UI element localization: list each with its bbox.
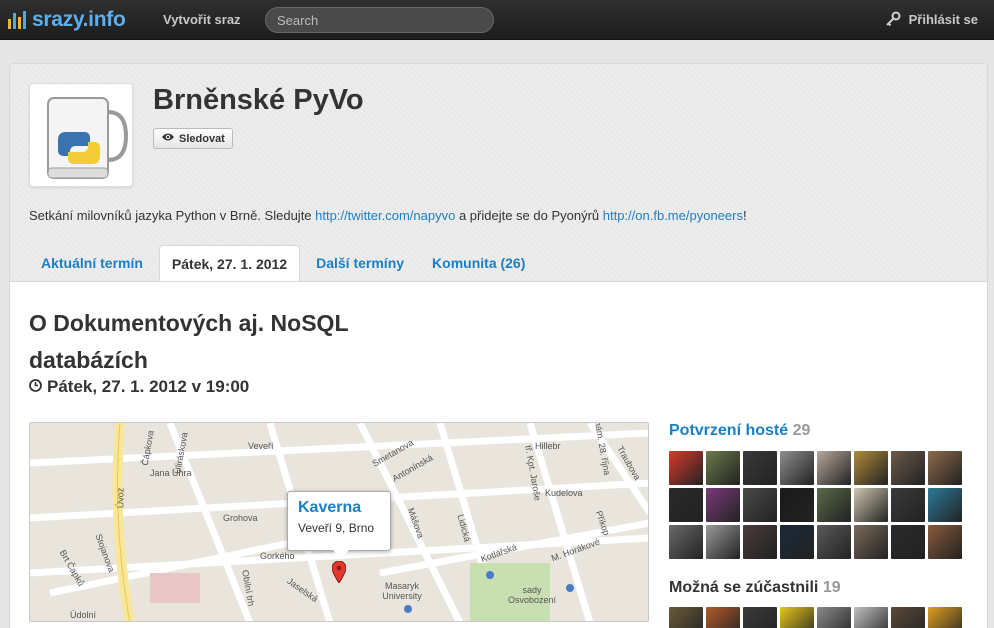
follow-button[interactable]: Sledovat: [153, 128, 233, 149]
street-label: Hillebr: [535, 441, 561, 451]
venue-map[interactable]: Veveří Úvoz Jana Uhra Grohova Gorkého St…: [29, 422, 649, 622]
guest-avatar[interactable]: [780, 488, 814, 522]
confirmed-avatars: [669, 451, 962, 559]
guest-avatar[interactable]: [928, 488, 962, 522]
maybe-guests-count: 19: [822, 579, 841, 596]
twitter-link[interactable]: http://twitter.com/napyvo: [315, 208, 455, 223]
street-label: sady Osvobození: [508, 585, 557, 605]
guest-avatar[interactable]: [743, 607, 777, 628]
clock-icon: [29, 377, 42, 397]
guest-avatar[interactable]: [928, 525, 962, 559]
guest-avatar[interactable]: [669, 607, 703, 628]
guest-avatar[interactable]: [928, 607, 962, 628]
maybe-avatars: [669, 607, 962, 628]
guest-avatar[interactable]: [854, 488, 888, 522]
group-panel: Brněnské PyVo Sledovat Setkání milovníků…: [9, 63, 988, 628]
guest-avatar[interactable]: [706, 451, 740, 485]
street-label: Údolní: [70, 610, 97, 620]
guest-avatar[interactable]: [780, 525, 814, 559]
top-navbar: srazy.info Vytvořit sraz Přihlásit se: [0, 0, 994, 40]
tab-community[interactable]: Komunita (26): [420, 245, 537, 282]
tab-selected-date[interactable]: Pátek, 27. 1. 2012: [158, 245, 301, 282]
guest-avatar[interactable]: [743, 451, 777, 485]
group-description: Setkání milovníků jazyka Python v Brně. …: [29, 208, 747, 223]
guest-avatar[interactable]: [743, 488, 777, 522]
guest-avatar[interactable]: [891, 607, 925, 628]
beer-mug-python-logo: [29, 83, 133, 187]
guest-avatar[interactable]: [780, 607, 814, 628]
guest-avatar[interactable]: [706, 488, 740, 522]
brand-logo[interactable]: srazy.info: [8, 6, 126, 34]
maybe-guests-label: Možná se zúčastnili: [669, 579, 819, 596]
event-date-label: Pátek, 27. 1. 2012 v 19:00: [47, 377, 250, 396]
event-date: Pátek, 27. 1. 2012 v 19:00: [29, 377, 249, 397]
guest-avatar[interactable]: [928, 451, 962, 485]
group-title: Brněnské PyVo: [153, 84, 364, 116]
guest-avatar[interactable]: [854, 607, 888, 628]
bar-chart-logo-icon: [8, 11, 26, 29]
street-label: Masaryk University: [382, 581, 422, 601]
guest-avatar[interactable]: [780, 451, 814, 485]
confirmed-guests-heading: Potvrzení hosté 29: [669, 422, 810, 440]
create-meetup-link[interactable]: Vytvořit sraz: [163, 12, 241, 27]
street-label: Grohova: [223, 513, 258, 523]
tab-other-dates[interactable]: Další termíny: [304, 245, 416, 282]
brand-name: srazy.info: [32, 8, 126, 31]
group-header: Brněnské PyVo Sledovat Setkání milovníků…: [10, 64, 987, 282]
street-label: Gorkého: [260, 551, 295, 561]
street-label: Kudelova: [545, 488, 583, 498]
facebook-link[interactable]: http://on.fb.me/pyoneers: [603, 208, 743, 223]
search-input[interactable]: [265, 7, 494, 33]
guest-avatar[interactable]: [891, 488, 925, 522]
login-label: Přihlásit se: [908, 11, 978, 27]
maybe-guests-heading: Možná se zúčastnili 19: [669, 579, 841, 597]
guest-avatar[interactable]: [817, 451, 851, 485]
guest-avatar[interactable]: [817, 607, 851, 628]
guest-avatar[interactable]: [706, 525, 740, 559]
guest-avatar[interactable]: [817, 488, 851, 522]
follow-label: Sledovat: [179, 132, 225, 145]
venue-infobox[interactable]: Kaverna Veveří 9, Brno: [287, 491, 391, 559]
venue-name: Kaverna: [298, 499, 362, 516]
confirmed-guests-label[interactable]: Potvrzení hosté: [669, 422, 788, 439]
street-label: Veveří: [248, 441, 274, 451]
guest-avatar[interactable]: [817, 525, 851, 559]
guest-avatar[interactable]: [669, 525, 703, 559]
guest-avatar[interactable]: [891, 451, 925, 485]
event-content: O Dokumentových aj. NoSQL databázích Pát…: [10, 281, 987, 628]
guest-avatar[interactable]: [854, 525, 888, 559]
guest-avatar[interactable]: [706, 607, 740, 628]
guest-avatar[interactable]: [669, 451, 703, 485]
tab-current-event[interactable]: Aktuální termín: [29, 245, 155, 282]
eye-icon: [161, 132, 175, 145]
event-title: O Dokumentových aj. NoSQL databázích: [29, 310, 349, 373]
guest-avatar[interactable]: [669, 488, 703, 522]
street-label: Úvoz: [115, 487, 126, 509]
venue-address: Veveří 9, Brno: [298, 521, 375, 535]
guest-avatar[interactable]: [891, 525, 925, 559]
login-link[interactable]: Přihlásit se: [885, 11, 978, 27]
key-icon: [885, 11, 901, 27]
event-tabs: Aktuální termín Pátek, 27. 1. 2012 Další…: [29, 245, 541, 282]
guest-avatar[interactable]: [743, 525, 777, 559]
guest-avatar[interactable]: [854, 451, 888, 485]
street-label: Jana Uhra: [150, 468, 192, 478]
confirmed-guests-count: 29: [792, 422, 811, 439]
